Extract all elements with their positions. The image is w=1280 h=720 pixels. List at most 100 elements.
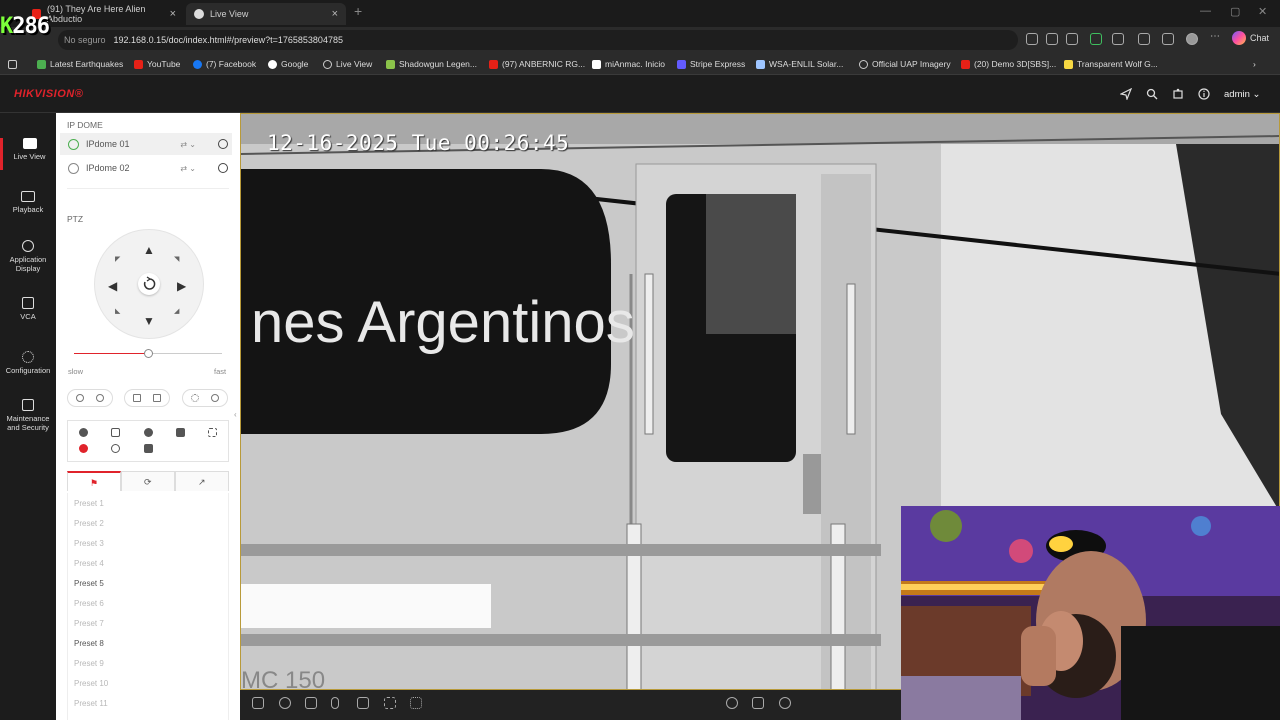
zoom-out-icon[interactable] (76, 394, 84, 402)
wiper-icon[interactable] (144, 428, 153, 437)
ptz-speed-handle[interactable] (143, 349, 153, 358)
record-icon[interactable] (218, 163, 228, 173)
microphone-icon[interactable] (331, 697, 339, 709)
bookmark-item[interactable]: Live View (323, 57, 372, 71)
bookmark-item[interactable]: Official UAP Imagery (859, 57, 951, 71)
fullscreen-region-icon[interactable] (410, 697, 422, 709)
shield-icon[interactable] (1090, 33, 1102, 45)
chat-label: Chat (1250, 33, 1270, 43)
list-item[interactable]: Preset 1 (74, 499, 104, 508)
bookmark-item[interactable]: Shadowgun Legen... (386, 57, 477, 71)
more-menu-icon[interactable]: ⋯ (1210, 31, 1222, 43)
key-icon[interactable] (1046, 33, 1058, 45)
list-item[interactable]: Preset 10 (74, 679, 108, 688)
lens-init-icon[interactable] (111, 444, 120, 453)
bookmark-item[interactable]: Stripe Express (677, 57, 745, 71)
bookmark-item[interactable]: WSA-ENLIL Solar... (756, 57, 843, 71)
chat-button[interactable]: Chat (1232, 31, 1269, 45)
list-item[interactable]: Preset 8 (74, 639, 104, 648)
extensions-icon[interactable] (1138, 33, 1150, 45)
bookmark-item[interactable]: (20) Demo 3D[SBS]... (961, 57, 1056, 71)
refresh-icon[interactable] (1112, 33, 1124, 45)
info-icon[interactable] (1198, 88, 1210, 100)
list-item[interactable]: Preset 6 (74, 599, 104, 608)
ptz-right-arrow[interactable]: ▶ (177, 279, 186, 293)
regional-exposure-icon[interactable] (208, 428, 217, 437)
url-field[interactable]: No seguro 192.168.0.15/doc/index.html#/p… (58, 30, 1018, 50)
list-item[interactable]: Preset 2 (74, 519, 104, 528)
light-icon[interactable] (79, 428, 88, 437)
bookmark-item[interactable]: Transparent Wolf G... (1064, 57, 1158, 71)
profile-avatar[interactable] (1186, 33, 1198, 45)
zoom-icon[interactable] (279, 697, 291, 709)
iris-open-icon[interactable] (211, 394, 219, 402)
ptz-auto-button[interactable] (138, 273, 160, 295)
iris-close-icon[interactable] (191, 394, 199, 402)
browser-tab-active[interactable]: Live View × (186, 3, 346, 25)
ptz-left-arrow[interactable]: ◀ (108, 279, 117, 293)
list-item[interactable]: Preset 5 (74, 579, 104, 588)
nav-configuration[interactable]: Configuration (0, 351, 56, 375)
list-item[interactable]: Preset 7 (74, 619, 104, 628)
maximize-icon[interactable]: ▢ (1230, 5, 1240, 18)
list-item[interactable]: Preset 4 (74, 559, 104, 568)
focus-near-icon[interactable] (133, 394, 141, 402)
camera-item[interactable]: IPdome 02 ⇄ ⌄ (60, 157, 232, 179)
zoom-in-icon[interactable] (96, 394, 104, 402)
close-icon[interactable]: × (332, 8, 338, 20)
ptz-up-arrow[interactable]: ▲ (143, 243, 155, 257)
more-bookmarks-icon[interactable]: › (1253, 57, 1256, 71)
window-close-icon[interactable]: ✕ (1258, 5, 1267, 18)
search-icon[interactable] (1146, 88, 1158, 100)
reading-list-icon[interactable] (8, 57, 21, 71)
zoom-search-icon[interactable] (79, 444, 88, 453)
bookmark-item[interactable]: (97) ANBERNIC RG... (489, 57, 585, 71)
ptz-down-left-arrow[interactable]: ◣ (115, 307, 120, 315)
grid-icon[interactable] (176, 428, 185, 437)
audio-icon[interactable] (252, 697, 264, 709)
bookmark-item[interactable]: Latest Earthquakes (37, 57, 123, 71)
minimize-icon[interactable]: — (1200, 5, 1211, 17)
favorites-icon[interactable] (1162, 33, 1174, 45)
plugin-icon[interactable] (1172, 88, 1184, 100)
next-page-icon[interactable] (779, 697, 791, 709)
collapse-panel-icon[interactable]: ‹ (234, 410, 237, 419)
capture-icon[interactable] (305, 697, 317, 709)
nav-vca[interactable]: VCA (0, 297, 56, 321)
digital-zoom-icon[interactable] (384, 697, 396, 709)
focus-far-icon[interactable] (153, 394, 161, 402)
list-item[interactable]: Preset 3 (74, 539, 104, 548)
stream-select-icon[interactable]: ⇄ ⌄ (180, 140, 196, 149)
tab-patrol[interactable]: ⟳ (121, 471, 175, 491)
nav-application-display[interactable]: Application Display (0, 240, 56, 273)
translate-icon[interactable] (1026, 33, 1038, 45)
star-icon[interactable] (1066, 33, 1078, 45)
nav-playback[interactable]: Playback (0, 191, 56, 214)
nav-maintenance[interactable]: Maintenance and Security (0, 399, 56, 432)
ptz-down-arrow[interactable]: ▼ (143, 314, 155, 328)
tab-pattern[interactable]: ↗ (175, 471, 229, 491)
stream-select-icon[interactable]: ⇄ ⌄ (180, 164, 196, 173)
ptz-up-left-arrow[interactable]: ◤ (115, 255, 120, 263)
nav-live-view[interactable]: Live View (0, 138, 56, 170)
record-icon[interactable] (218, 139, 228, 149)
regional-focus-icon[interactable] (111, 428, 120, 437)
bookmark-item[interactable]: (7) Facebook (193, 57, 256, 71)
close-icon[interactable]: × (170, 8, 176, 20)
send-icon[interactable] (1120, 88, 1132, 100)
previous-page-icon[interactable] (726, 697, 738, 709)
bookmark-item[interactable]: Google (268, 57, 308, 71)
bookmark-item[interactable]: miAnmac. Inicio (592, 57, 665, 71)
new-tab-button[interactable]: + (354, 3, 362, 19)
tab-presets[interactable]: ⚑ (67, 471, 121, 491)
record-clip-icon[interactable] (357, 697, 369, 709)
camera-item[interactable]: IPdome 01 ⇄ ⌄ (60, 133, 232, 155)
tracking-icon[interactable] (144, 444, 153, 453)
ptz-up-right-arrow[interactable]: ◥ (174, 255, 179, 263)
list-item[interactable]: Preset 9 (74, 659, 104, 668)
ptz-down-right-arrow[interactable]: ◢ (174, 307, 179, 315)
stop-all-icon[interactable] (752, 697, 764, 709)
user-menu[interactable]: admin ⌄ (1224, 89, 1260, 100)
list-item[interactable]: Preset 11 (74, 699, 108, 708)
bookmark-item[interactable]: YouTube (134, 57, 180, 71)
